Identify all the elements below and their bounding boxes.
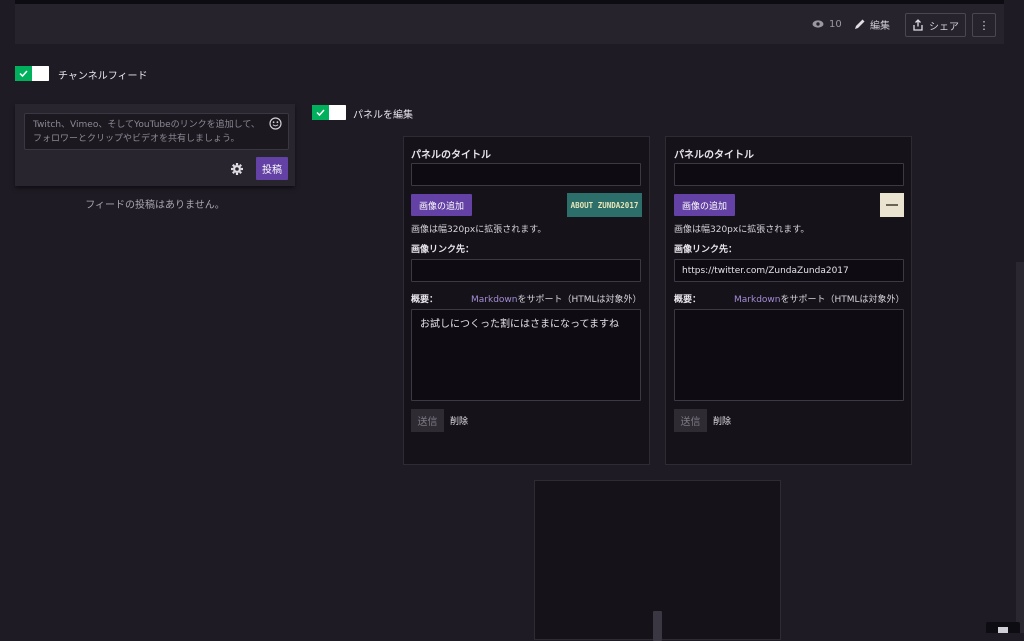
image-link-label: 画像リンク先： (674, 245, 738, 255)
channel-feed-toggle[interactable] (15, 66, 49, 81)
description-textarea[interactable]: お試しにつくった割にはさまになってますね (411, 309, 641, 401)
image-size-note: 画像は幅320pxに拡張されます。 (674, 225, 810, 235)
image-link-input[interactable] (411, 259, 641, 282)
submit-button[interactable]: 送信 (411, 409, 444, 432)
channel-toolbar: 10 編集 シェア ⋮ (15, 4, 1004, 44)
check-icon (312, 105, 329, 120)
submit-button[interactable]: 送信 (674, 409, 707, 432)
panel-edit-toggle[interactable] (312, 105, 346, 120)
check-icon (15, 66, 32, 81)
panel-edit-label: パネルを編集 (353, 110, 413, 121)
panel-title-input[interactable] (411, 163, 641, 186)
image-link-input[interactable]: https://twitter.com/ZundaZunda2017 (674, 259, 904, 282)
feed-composer: Twitch、Vimeo、そしてYouTubeのリンクを追加して、フォロワーとク… (15, 104, 295, 186)
panel-image-thumbnail[interactable] (880, 193, 904, 217)
settings-gear-icon[interactable] (230, 162, 244, 176)
more-vertical-icon: ⋮ (978, 18, 990, 32)
markdown-note-text: をサポート（HTMLは対象外） (517, 295, 642, 305)
markdown-note: Markdownをサポート（HTMLは対象外） (471, 292, 642, 305)
post-button[interactable]: 投稿 (256, 157, 288, 180)
panel-title-label: パネルのタイトル (411, 150, 491, 161)
delete-link[interactable]: 削除 (713, 414, 731, 427)
share-icon (912, 19, 924, 31)
channel-feed-label: チャンネルフィード (58, 71, 148, 82)
share-button[interactable]: シェア (905, 13, 966, 37)
image-size-note: 画像は幅320pxに拡張されます。 (411, 225, 547, 235)
add-image-button[interactable]: 画像の追加 (674, 194, 735, 216)
pencil-icon (854, 18, 866, 30)
markdown-note: Markdownをサポート（HTMLは対象外） (734, 292, 905, 305)
bottom-corner-widget[interactable] (986, 622, 1020, 633)
more-options-button[interactable]: ⋮ (972, 13, 996, 37)
panel-editor-2: パネルのタイトル 画像の追加 画像は幅320pxに拡張されます。 画像リンク先：… (665, 136, 912, 465)
feed-post-input[interactable]: Twitch、Vimeo、そしてYouTubeのリンクを追加して、フォロワーとク… (24, 113, 289, 150)
add-panel-indicator (653, 611, 662, 641)
markdown-link[interactable]: Markdown (471, 295, 517, 305)
eye-icon (812, 18, 824, 30)
emoji-icon[interactable] (269, 117, 282, 130)
image-link-label: 画像リンク先： (411, 245, 475, 255)
thumbnail-text: ABOUT ZUNDA2017 (570, 200, 639, 210)
view-count-value: 10 (829, 18, 842, 30)
share-label: シェア (929, 21, 959, 33)
panel-title-label: パネルのタイトル (674, 150, 754, 161)
description-label: 概要： (674, 295, 702, 305)
add-panel-placeholder[interactable] (534, 480, 781, 641)
edit-button[interactable]: 編集 (854, 4, 890, 44)
feed-empty-message: フィードの投稿はありません。 (85, 200, 225, 211)
delete-link[interactable]: 削除 (450, 414, 468, 427)
view-count: 10 (812, 4, 842, 44)
panel-editor-1: パネルのタイトル 画像の追加 ABOUT ZUNDA2017 画像は幅320px… (403, 136, 650, 465)
description-textarea[interactable] (674, 309, 904, 401)
panel-image-thumbnail[interactable]: ABOUT ZUNDA2017 (567, 193, 642, 217)
edit-label: 編集 (870, 20, 890, 32)
page-scrollbar[interactable] (1016, 262, 1024, 633)
panel-title-input[interactable] (674, 163, 904, 186)
add-image-button[interactable]: 画像の追加 (411, 194, 472, 216)
description-label: 概要： (411, 295, 439, 305)
markdown-note-text: をサポート（HTMLは対象外） (780, 295, 905, 305)
markdown-link[interactable]: Markdown (734, 295, 780, 305)
